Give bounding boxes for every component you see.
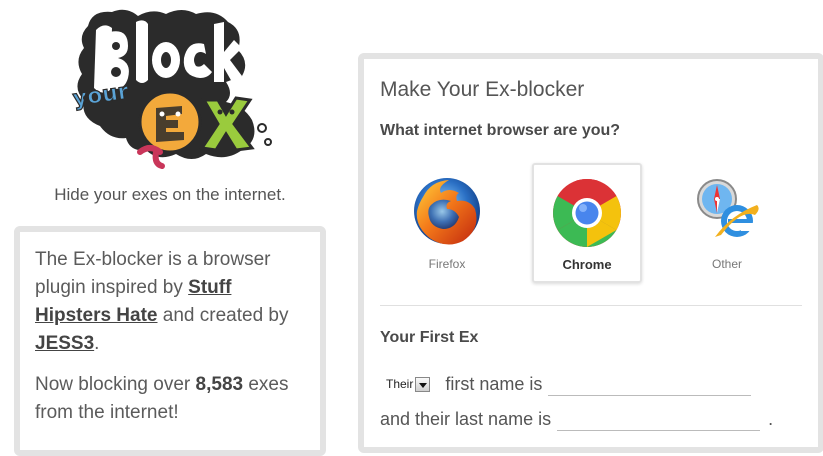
jess3-link[interactable]: JESS3 xyxy=(35,333,94,354)
info-paragraph: The Ex-blocker is a browser plugin inspi… xyxy=(35,246,306,358)
browser-option-chrome[interactable]: Chrome xyxy=(532,163,642,283)
form-title: Make Your Ex-blocker xyxy=(380,78,585,101)
trailing-period: . xyxy=(768,408,774,429)
info-text-end: . xyxy=(94,333,100,354)
section-divider xyxy=(380,305,802,306)
pronoun-select-value: Their xyxy=(386,377,414,391)
blocking-count-paragraph: Now blocking over 8,583 exes from the in… xyxy=(35,371,306,427)
first-name-label: first name is xyxy=(445,373,543,394)
pronoun-select[interactable]: Their xyxy=(386,376,431,392)
first-name-row: Their first name is xyxy=(386,372,752,396)
last-name-input[interactable] xyxy=(557,407,761,431)
first-name-input[interactable] xyxy=(548,372,752,396)
chrome-icon xyxy=(551,177,623,249)
info-text-middle: and created by xyxy=(157,305,289,326)
first-ex-heading: Your First Ex xyxy=(380,329,479,346)
blocking-text-start: Now blocking over xyxy=(35,374,196,395)
browser-label-firefox: Firefox xyxy=(428,257,466,271)
dropdown-arrow-icon[interactable] xyxy=(415,376,431,392)
browser-label-chrome: Chrome xyxy=(562,257,612,272)
blocked-count: 8,583 xyxy=(195,374,244,395)
browser-question: What internet browser are you? xyxy=(380,122,621,139)
info-panel: The Ex-blocker is a browser plugin inspi… xyxy=(14,226,326,456)
firefox-icon xyxy=(411,175,483,247)
block-your-ex-logo: your xyxy=(66,2,276,170)
info-text-start: The Ex-blocker is a browser plugin inspi… xyxy=(35,249,271,298)
last-name-label: and their last name is xyxy=(380,408,552,429)
tagline: Hide your exes on the internet. xyxy=(54,185,286,204)
browser-option-other[interactable]: Other xyxy=(672,163,782,283)
browser-label-other: Other xyxy=(711,257,742,271)
last-name-row: and their last name is . xyxy=(380,407,773,431)
ex-blocker-form-panel: Make Your Ex-blocker What internet brows… xyxy=(358,53,823,453)
browser-option-firefox[interactable]: Firefox xyxy=(392,163,502,283)
safari-ie-icon xyxy=(691,175,763,247)
